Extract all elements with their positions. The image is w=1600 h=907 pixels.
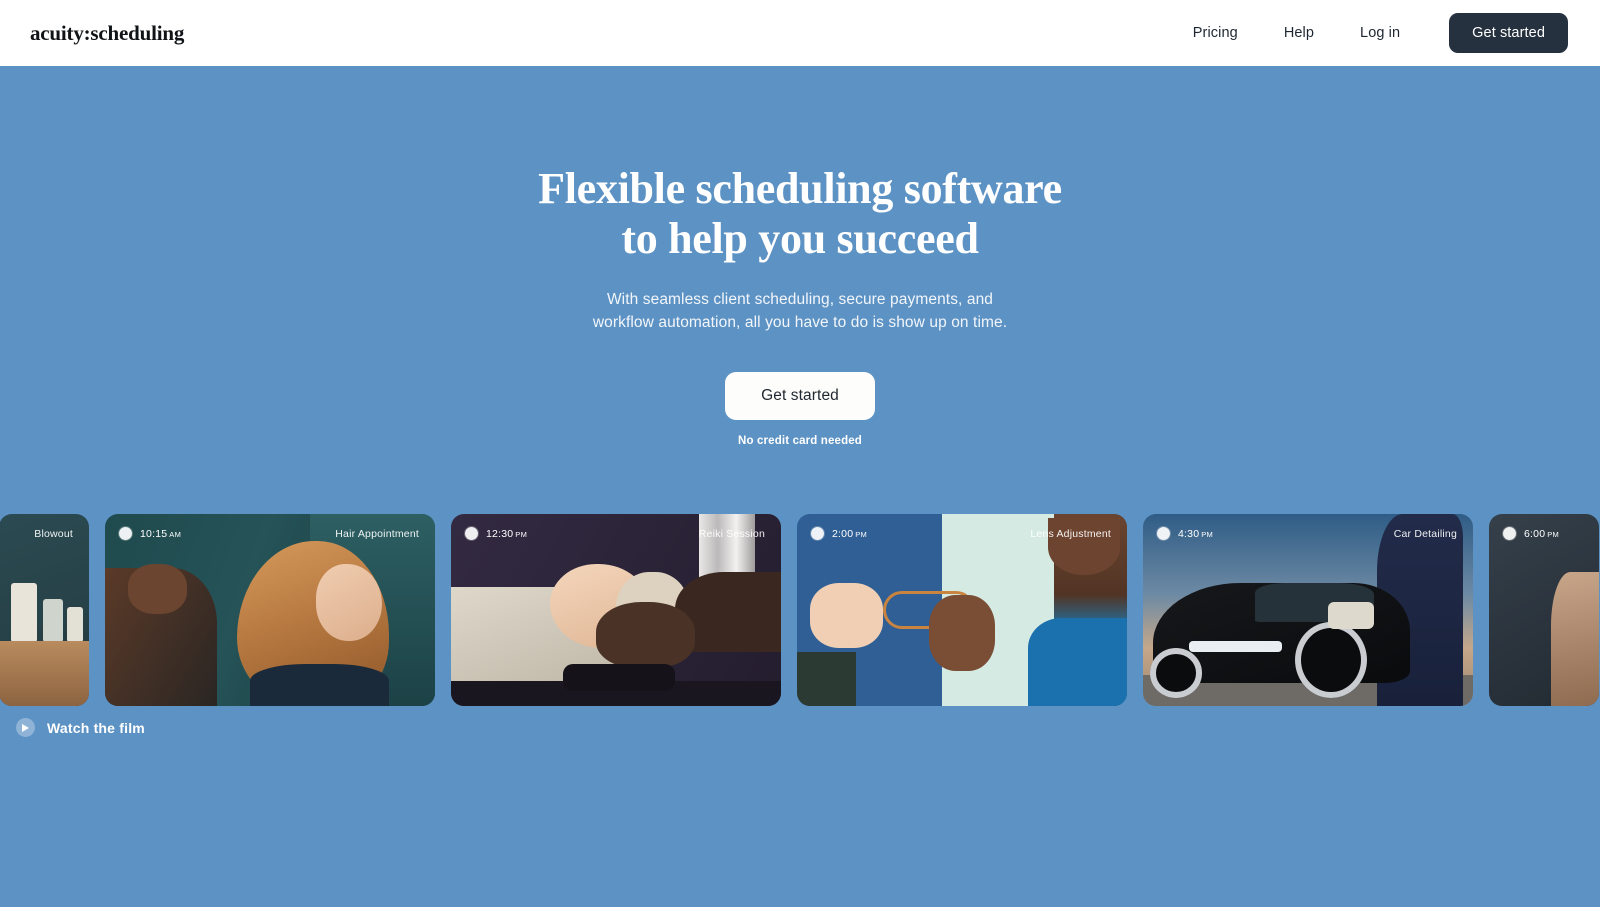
hero-section: Flexible scheduling software to help you… — [0, 66, 1600, 907]
appointment-time: 6:00 PM — [1524, 527, 1560, 540]
header-get-started-button[interactable]: Get started — [1449, 13, 1568, 53]
appointment-card-image — [1489, 514, 1599, 706]
appointment-time: 10:15 AM — [140, 527, 182, 540]
appointment-time: 4:30 PM — [1178, 527, 1214, 540]
play-icon — [16, 718, 35, 737]
appointment-card[interactable]: 4:30 PM Car Detailing — [1143, 514, 1473, 706]
appointment-time-badge: 6:00 PM — [1503, 527, 1559, 540]
appointment-time: 2:00 PM — [832, 527, 868, 540]
appointment-card-image — [105, 514, 435, 706]
site-header: acuity:scheduling Pricing Help Log in Ge… — [0, 0, 1600, 66]
hero-title: Flexible scheduling software to help you… — [538, 164, 1062, 264]
status-dot-icon — [1157, 527, 1170, 540]
appointment-service-label: Blowout — [34, 528, 73, 540]
appointment-card[interactable]: 6:00 PM — [1489, 514, 1599, 706]
appointment-carousel[interactable]: Blowout 10:15 AM Hair Appointment 12:30 PM Rei… — [0, 514, 1600, 706]
appointment-card-image — [797, 514, 1127, 706]
appointment-service-label: Lens Adjustment — [1030, 528, 1111, 540]
appointment-time-badge: 2:00 PM — [811, 527, 867, 540]
appointment-card-image — [0, 514, 89, 706]
brand-logo[interactable]: acuity:scheduling — [30, 21, 184, 46]
appointment-time-badge: 12:30 PM — [465, 527, 527, 540]
nav-item-login[interactable]: Log in — [1337, 25, 1423, 41]
appointment-card[interactable]: 10:15 AM Hair Appointment — [105, 514, 435, 706]
appointment-time-badge: 10:15 AM — [119, 527, 181, 540]
appointment-card[interactable]: Blowout — [0, 514, 89, 706]
appointment-card[interactable]: 2:00 PM Lens Adjustment — [797, 514, 1127, 706]
status-dot-icon — [811, 527, 824, 540]
primary-nav: Pricing Help Log in Get started — [1170, 13, 1568, 53]
nav-item-help[interactable]: Help — [1261, 25, 1337, 41]
status-dot-icon — [1503, 527, 1516, 540]
watch-film-label: Watch the film — [47, 719, 145, 736]
hero-subtitle: With seamless client scheduling, secure … — [592, 291, 1008, 331]
hero-get-started-button[interactable]: Get started — [725, 372, 875, 421]
appointment-time: 12:30 PM — [486, 527, 528, 540]
appointment-card-image — [1143, 514, 1473, 706]
appointment-card[interactable]: 12:30 PM Reiki Session — [451, 514, 781, 706]
appointment-service-label: Car Detailing — [1393, 528, 1457, 540]
nav-item-pricing[interactable]: Pricing — [1170, 25, 1261, 41]
status-dot-icon — [465, 527, 478, 540]
appointment-time-badge: 4:30 PM — [1157, 527, 1213, 540]
appointment-card-image — [451, 514, 781, 706]
hero-content: Flexible scheduling software to help you… — [0, 66, 1600, 447]
hero-credit-card-note: No credit card needed — [738, 435, 862, 448]
appointment-service-label: Hair Appointment — [335, 528, 419, 540]
watch-film-link[interactable]: Watch the film — [16, 718, 145, 737]
status-dot-icon — [119, 527, 132, 540]
appointment-service-label: Reiki Session — [698, 528, 765, 540]
